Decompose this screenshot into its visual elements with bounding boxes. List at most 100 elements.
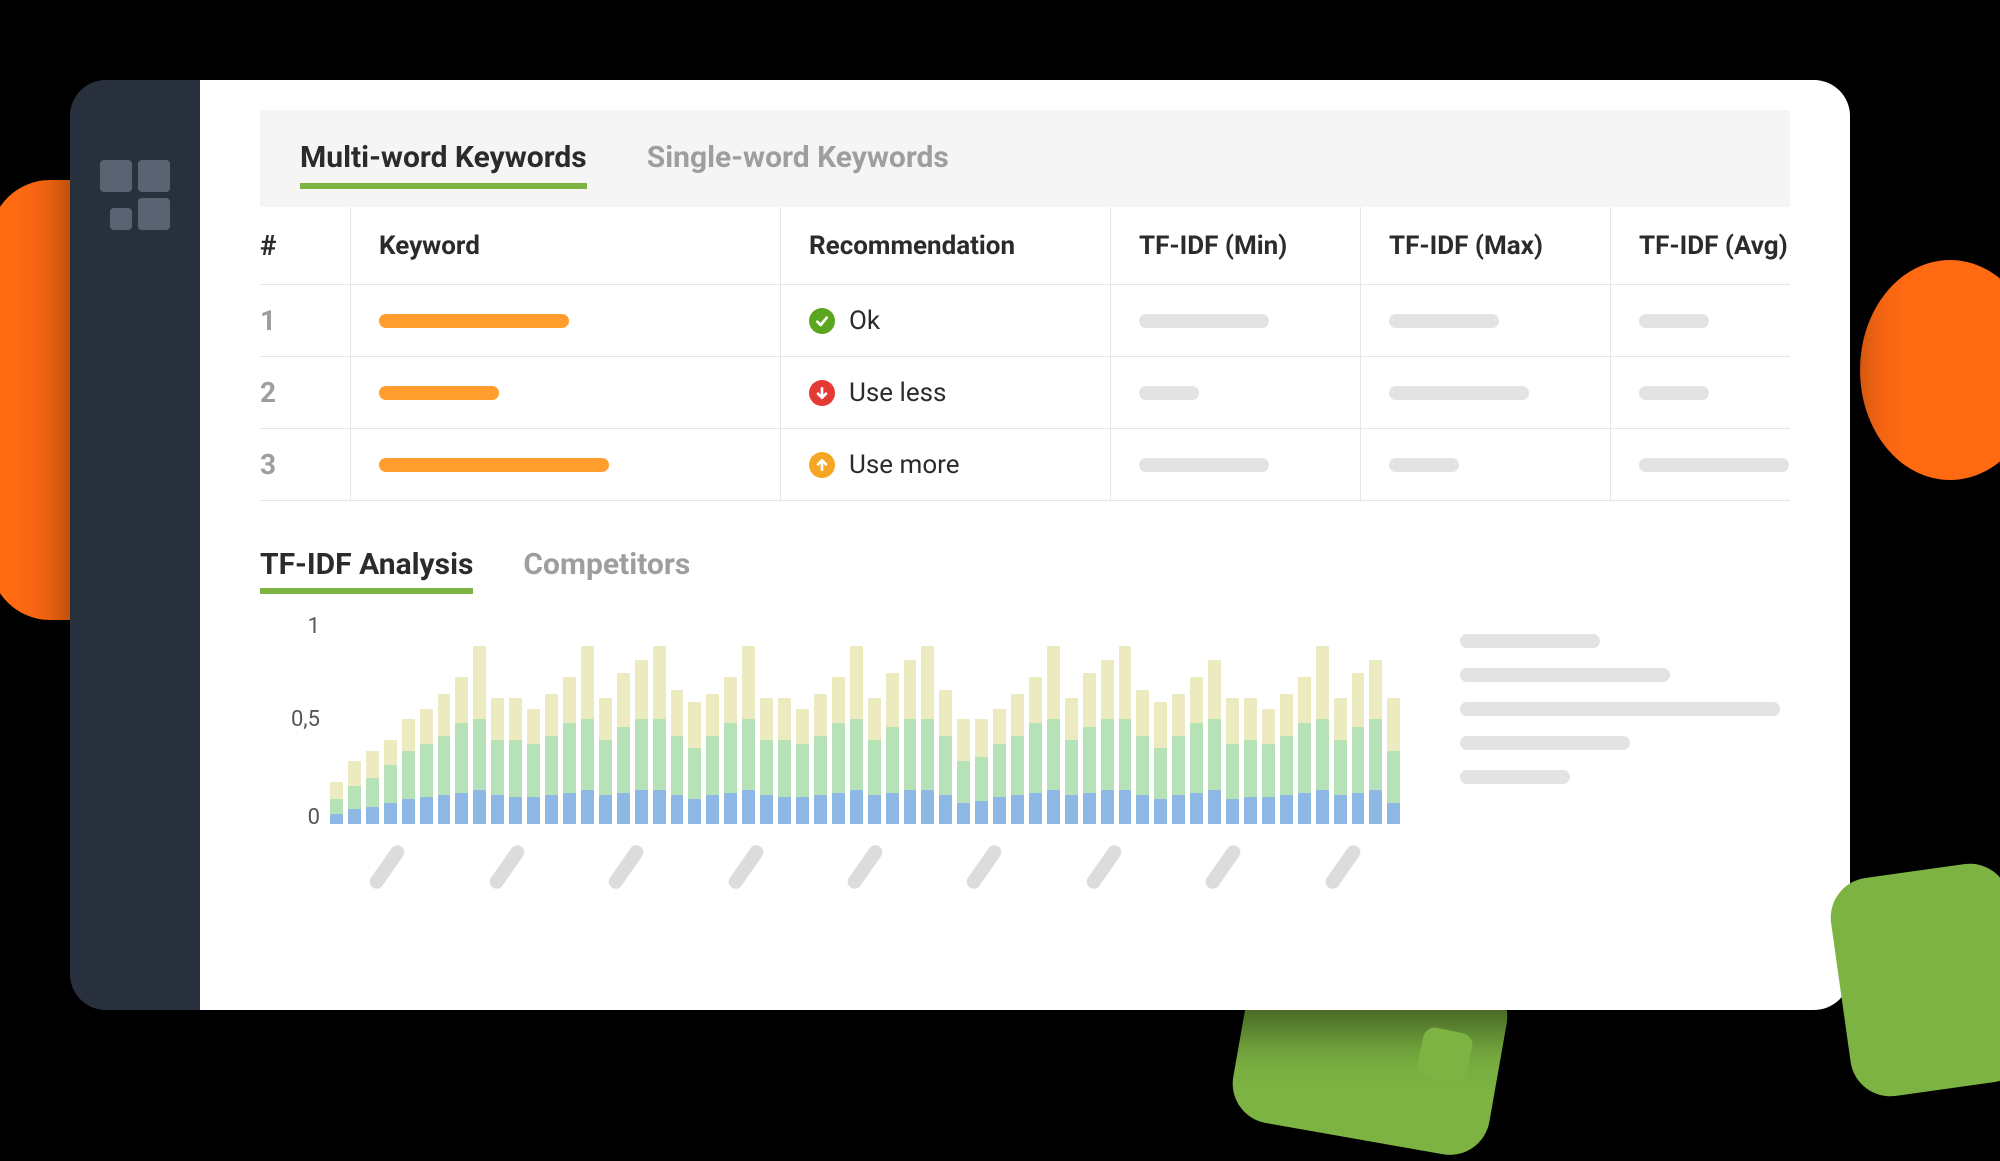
chart-bar [1083, 793, 1096, 825]
bar-group [850, 614, 863, 824]
table-header: # Keyword Recommendation TF-IDF (Min) TF… [260, 207, 1790, 285]
col-header-tfidf-max: TF-IDF (Max) [1360, 207, 1610, 284]
bar-group [384, 614, 397, 824]
cell-tfidf-max [1360, 285, 1610, 356]
legend-placeholder [1460, 634, 1600, 648]
bar-group [653, 614, 666, 824]
chart-bar [617, 793, 630, 825]
bar-group [330, 614, 343, 824]
chart-bar [1298, 793, 1311, 825]
table-row[interactable]: 1 Ok [260, 285, 1790, 357]
chart-bar [939, 795, 952, 824]
chart-bar [420, 797, 433, 824]
bar-group [1298, 614, 1311, 824]
legend-placeholder [1460, 736, 1630, 750]
x-tick [449, 842, 563, 912]
bar-group [1280, 614, 1293, 824]
bar-group [706, 614, 719, 824]
bar-group [921, 614, 934, 824]
col-header-number: # [260, 229, 350, 262]
chart-bar [868, 795, 881, 824]
chart-section: 10,50 [260, 614, 1790, 912]
cell-recommendation: Ok [780, 285, 1110, 356]
chart-bar [814, 795, 827, 824]
chart-plot-area: 10,50 [260, 614, 1400, 824]
x-tick [1286, 842, 1400, 912]
chart-legend [1460, 614, 1790, 912]
cell-tfidf-avg [1610, 357, 1790, 428]
chart-bar [1387, 803, 1400, 824]
sidebar [70, 80, 200, 1010]
chart-bar [760, 795, 773, 824]
bar-group [527, 614, 540, 824]
chart-bar [1011, 795, 1024, 824]
chart-bar [1047, 790, 1060, 824]
chart-bar [1101, 790, 1114, 824]
recommendation-up-icon [809, 452, 835, 478]
chart-bar [1208, 790, 1221, 824]
tab-single-word-keywords[interactable]: Single-word Keywords [647, 140, 949, 189]
value-placeholder [1389, 458, 1459, 472]
y-tick-label: 0,5 [291, 707, 320, 732]
bar-group [1316, 614, 1329, 824]
col-header-tfidf-min: TF-IDF (Min) [1110, 207, 1360, 284]
table-row[interactable]: 3Use more [260, 429, 1790, 501]
tab-competitors[interactable]: Competitors [523, 547, 690, 594]
chart-bar [706, 795, 719, 824]
value-placeholder [1639, 314, 1709, 328]
chart-bar [688, 799, 701, 824]
table-row[interactable]: 2Use less [260, 357, 1790, 429]
bar-group [438, 614, 451, 824]
bar-group [975, 614, 988, 824]
x-tick [688, 842, 802, 912]
bar-group [1154, 614, 1167, 824]
chart-bar [904, 790, 917, 824]
bar-group [366, 614, 379, 824]
value-placeholder [1389, 386, 1529, 400]
chart-bar [563, 793, 576, 825]
value-placeholder [1139, 458, 1269, 472]
bar-group [760, 614, 773, 824]
chart-bar [635, 790, 648, 824]
bar-group [1208, 614, 1221, 824]
bar-group [1136, 614, 1149, 824]
chart-bar [438, 795, 451, 824]
chart-bar [473, 790, 486, 824]
bar-group [957, 614, 970, 824]
col-header-keyword: Keyword [350, 207, 780, 284]
chart-bar [886, 793, 899, 825]
cell-tfidf-max [1360, 429, 1610, 500]
bar-group [420, 614, 433, 824]
legend-placeholder [1460, 702, 1780, 716]
chart-bar [1226, 799, 1239, 824]
legend-placeholder [1460, 668, 1670, 682]
chart-bar [1262, 797, 1275, 824]
keyword-placeholder [379, 314, 569, 328]
row-number: 1 [260, 304, 350, 337]
bar-group [1352, 614, 1365, 824]
tab-tfidf-analysis[interactable]: TF-IDF Analysis [260, 547, 473, 594]
keyword-placeholder [379, 386, 499, 400]
bar-group [1119, 614, 1132, 824]
value-placeholder [1139, 386, 1199, 400]
bar-group [635, 614, 648, 824]
bar-group [1065, 614, 1078, 824]
tab-multi-word-keywords[interactable]: Multi-word Keywords [300, 140, 587, 189]
x-tick [808, 842, 922, 912]
bar-group [868, 614, 881, 824]
app-logo-icon [100, 160, 170, 230]
col-header-tfidf-avg: TF-IDF (Avg) [1610, 207, 1790, 284]
col-header-recommendation: Recommendation [780, 207, 1110, 284]
chart-bar [527, 797, 540, 824]
chart-bar [1369, 790, 1382, 824]
keyword-placeholder [379, 458, 609, 472]
bar-group [724, 614, 737, 824]
bar-group [832, 614, 845, 824]
row-number: 3 [260, 448, 350, 481]
y-tick-label: 0 [308, 805, 320, 830]
chart-bar [1029, 793, 1042, 825]
bar-group [545, 614, 558, 824]
bar-group [348, 614, 361, 824]
keywords-table: # Keyword Recommendation TF-IDF (Min) TF… [260, 207, 1790, 501]
analysis-tabs: TF-IDF Analysis Competitors [260, 547, 1790, 594]
